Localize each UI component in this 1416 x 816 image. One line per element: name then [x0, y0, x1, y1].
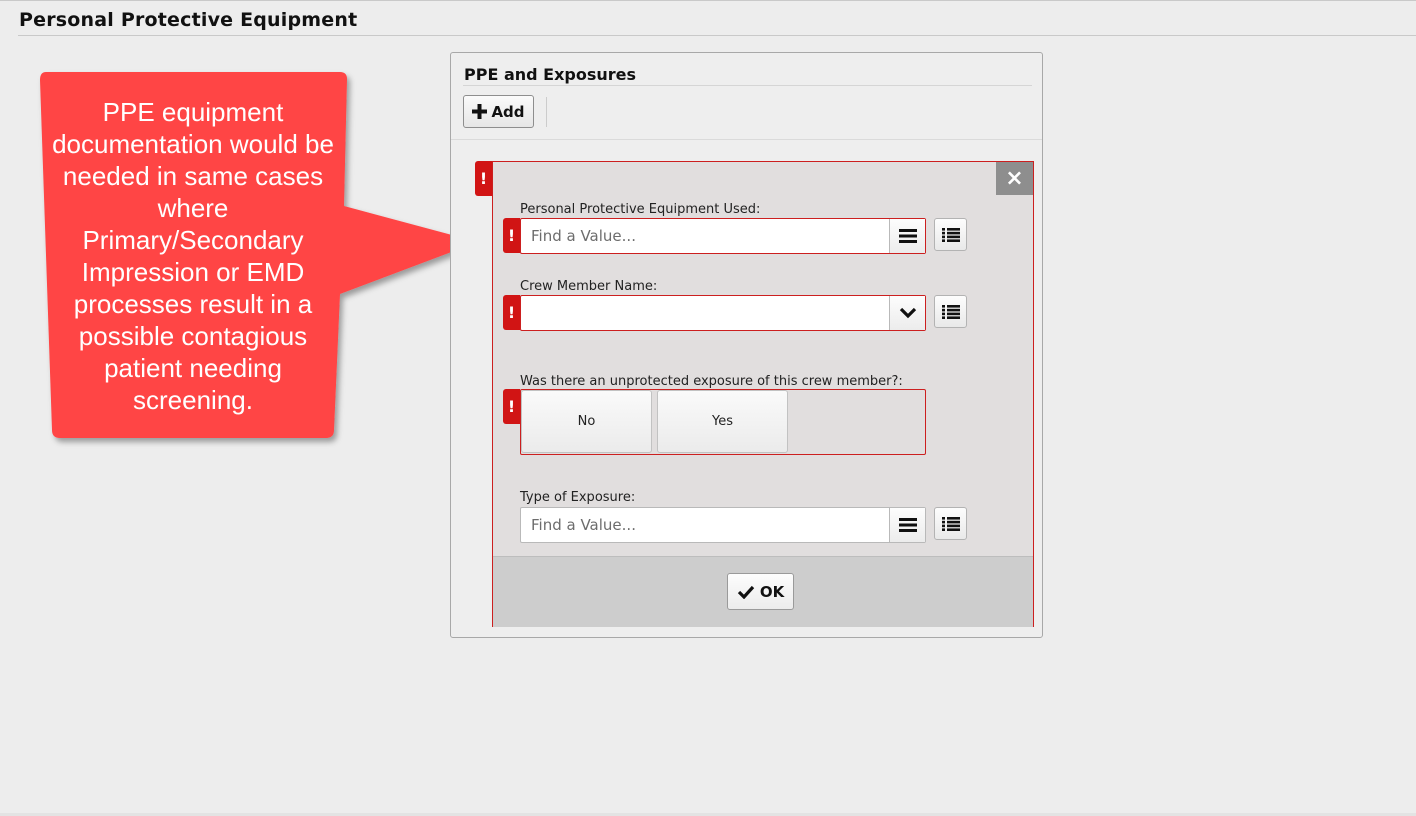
exposure-type-field [520, 507, 926, 543]
list-icon [941, 304, 960, 319]
exposure-type-input[interactable] [521, 508, 889, 542]
exposure-radio-group: No Yes [520, 389, 926, 455]
page-title: Personal Protective Equipment [19, 9, 358, 31]
ppe-used-input[interactable] [521, 219, 889, 253]
crew-member-select[interactable] [520, 295, 926, 331]
toolbar-separator [546, 97, 547, 127]
ppe-used-error-icon: ! [503, 218, 520, 253]
crew-member-label: Crew Member Name: [520, 279, 658, 294]
title-divider [18, 35, 1416, 36]
ppe-used-menu-button[interactable] [889, 219, 925, 253]
chevron-down-icon [899, 307, 916, 319]
panel-title-divider [463, 85, 1032, 86]
exposure-yes-button[interactable]: Yes [657, 390, 788, 453]
ok-button[interactable]: OK [727, 573, 794, 610]
list-icon [941, 516, 960, 531]
crew-member-error-icon: ! [503, 295, 520, 330]
ok-label: OK [759, 582, 785, 601]
ppe-used-label: Personal Protective Equipment Used: [520, 202, 761, 217]
ppe-entry-card: × Personal Protective Equipment Used: ! … [492, 161, 1034, 627]
add-label: Add [491, 102, 525, 121]
plus-icon [472, 104, 488, 119]
exposure-question-label: Was there an unprotected exposure of thi… [520, 374, 903, 389]
exposure-no-button[interactable]: No [521, 390, 652, 453]
panel-title: PPE and Exposures [464, 65, 637, 84]
add-button[interactable]: Add [463, 95, 534, 128]
close-icon[interactable]: × [996, 162, 1033, 195]
callout-text: PPE equipment documentation would be nee… [52, 97, 334, 415]
exposure-type-label: Type of Exposure: [520, 490, 636, 505]
check-icon [737, 585, 755, 599]
ppe-used-field [520, 218, 926, 254]
exposure-question-error-icon: ! [503, 389, 520, 424]
card-error-icon: ! [475, 161, 492, 196]
menu-icon [898, 518, 917, 532]
crew-member-list-button[interactable] [934, 295, 967, 328]
exposure-type-list-button[interactable] [934, 507, 967, 540]
list-icon [941, 227, 960, 242]
toolbar-divider [451, 139, 1042, 140]
crew-member-dropdown-button[interactable] [889, 296, 925, 330]
exposure-type-menu-button[interactable] [889, 508, 925, 542]
top-rule [0, 0, 1416, 1]
ppe-used-list-button[interactable] [934, 218, 967, 251]
menu-icon [898, 229, 917, 243]
